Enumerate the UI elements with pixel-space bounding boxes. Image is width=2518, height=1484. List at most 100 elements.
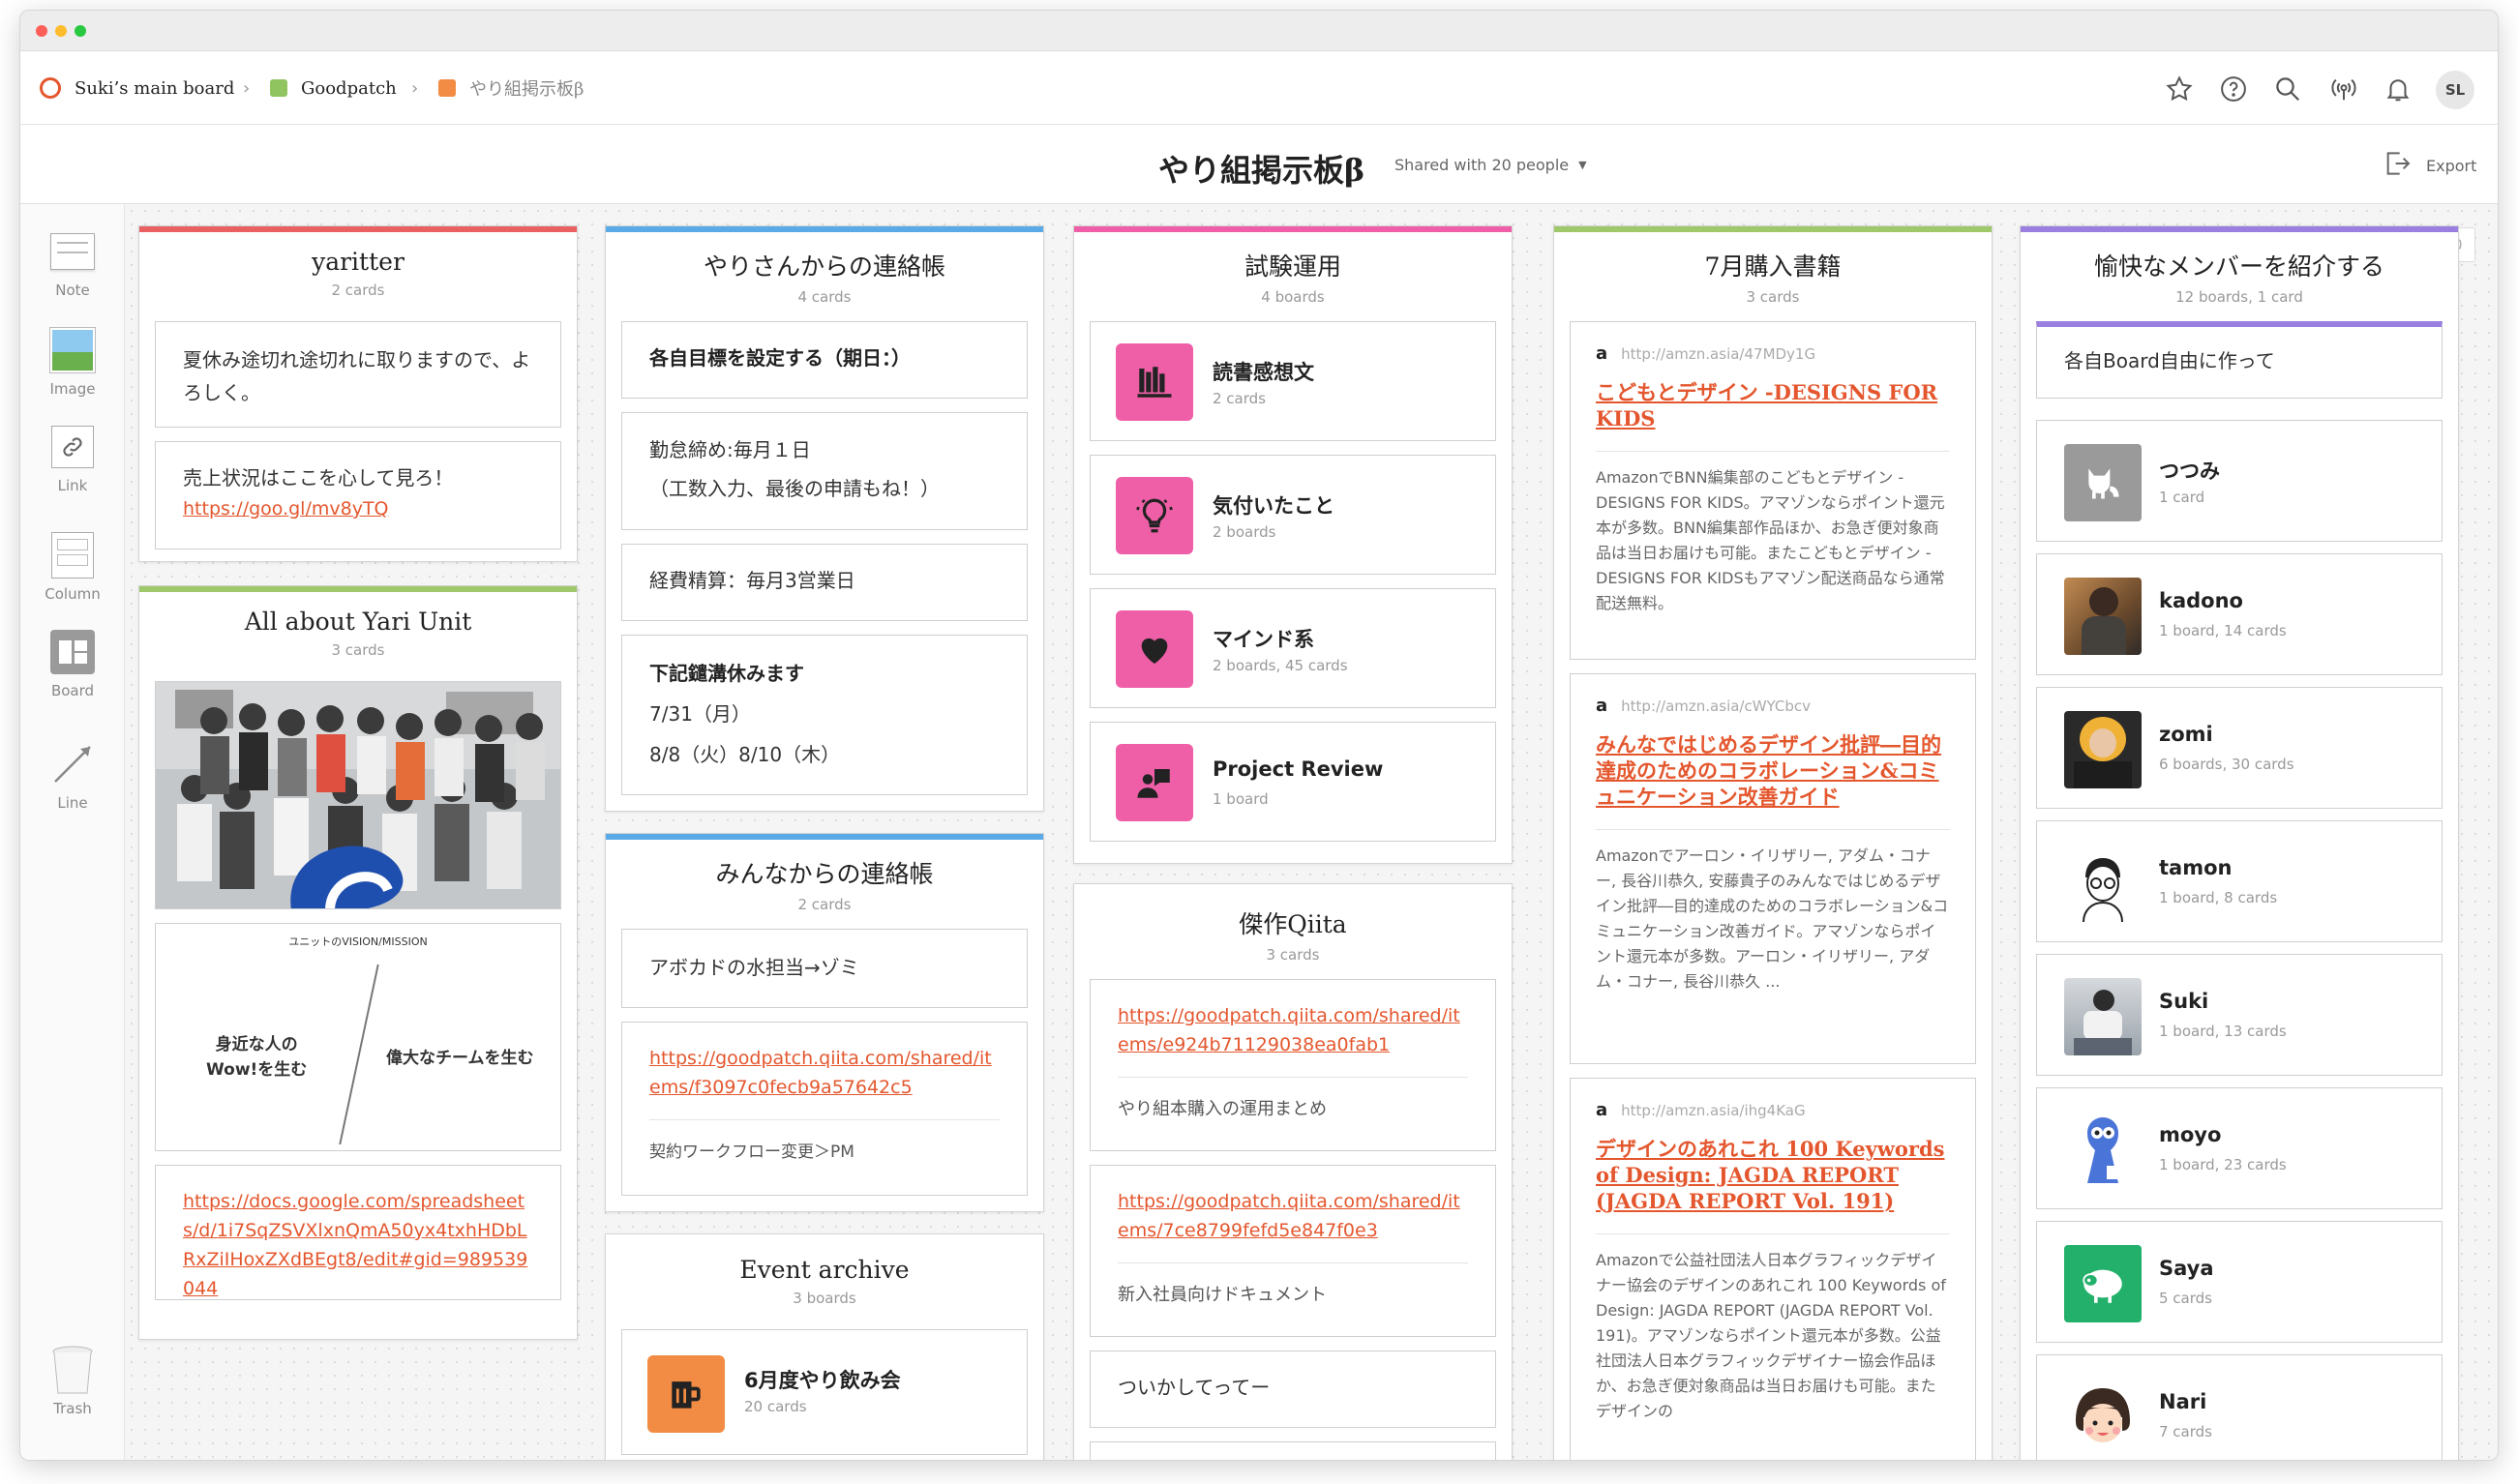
column-title[interactable]: All about Yari Unit: [139, 608, 577, 636]
board-canvas[interactable]: Unsorted 0 yaritter 2 cards 夏休み途切れ途切れに取り…: [125, 204, 2498, 1460]
column-title[interactable]: 7月購入書籍: [1554, 248, 1992, 282]
column-yari-notes[interactable]: やりさんからの連絡帳 4 cards 各自目標を設定する（期日：） 勤怠締め:毎…: [605, 225, 1044, 812]
column-title[interactable]: yaritter: [139, 248, 577, 276]
note-card[interactable]: https://goodpatch.qiita.com/shared/items…: [1090, 1165, 1496, 1337]
column-title[interactable]: 愉快なメンバーを紹介する: [2021, 248, 2458, 282]
link-tool[interactable]: Link: [20, 425, 125, 494]
column-title[interactable]: 試験運用: [1074, 248, 1512, 282]
column-trial[interactable]: 試験運用 4 boards 読書感想文 2 cards 気付いたこと 2 boa…: [1073, 225, 1513, 864]
note-text: （工数入力、最後の申請もね！）: [649, 477, 940, 500]
breadcrumb-home[interactable]: Suki’s main board: [40, 74, 234, 102]
search-icon[interactable]: [2271, 73, 2304, 105]
amazon-icon: a: [1596, 696, 1608, 716]
qiita-link[interactable]: https://goodpatch.qiita.com/shared/items…: [649, 1044, 1000, 1102]
member-board-card[interactable]: Saya 5 cards: [2036, 1221, 2443, 1343]
member-meta: 7 cards: [2159, 1423, 2212, 1440]
book-title-link[interactable]: デザインのあれこれ 100 Keywords of Design: JAGDA …: [1596, 1136, 1950, 1214]
board-title[interactable]: やり組掲示板β: [1158, 146, 1364, 191]
note-card[interactable]: 各自目標を設定する（期日：）: [621, 321, 1028, 399]
board-card[interactable]: 気付いたこと 2 boards: [1090, 455, 1496, 575]
help-icon[interactable]: [2217, 73, 2250, 105]
member-board-card[interactable]: zomi 6 boards, 30 cards: [2036, 687, 2443, 809]
member-board-card[interactable]: つつみ 1 card: [2036, 420, 2443, 542]
moyo-avatar: [2064, 1112, 2142, 1189]
note-tool[interactable]: Note: [20, 229, 125, 299]
member-board-card[interactable]: kadono 1 board, 14 cards: [2036, 553, 2443, 675]
member-meta: 1 board, 13 cards: [2159, 1023, 2287, 1040]
maximize-window-button[interactable]: [75, 25, 86, 37]
export-button[interactable]: Export: [2382, 148, 2476, 183]
member-board-card[interactable]: Suki 1 board, 13 cards: [2036, 954, 2443, 1076]
amazon-link-card[interactable]: a http://amzn.asia/cWYCbcv みんなではじめるデザイン批評…: [1570, 673, 1976, 1064]
board-card[interactable]: 6月度やり飲み会 20 cards: [621, 1329, 1028, 1455]
note-text: 8/8（火）8/10（木）: [649, 743, 841, 766]
trash-tool[interactable]: Trash: [20, 1346, 125, 1417]
column-title[interactable]: Event archive: [606, 1256, 1043, 1284]
note-card[interactable]: アボカドの水担当→ゾミ: [621, 929, 1028, 1008]
link-card[interactable]: https://docs.google.com/spreadsheets/d/1…: [155, 1165, 561, 1300]
column-everyone-notes[interactable]: みんなからの連絡帳 2 cards アボカドの水担当→ゾミ https://go…: [605, 833, 1044, 1212]
note-card[interactable]: 各自Board自由に作って: [2036, 321, 2443, 399]
vision-card[interactable]: ユニットのVISION/MISSION 身近な人の Wow!を生む 偉大なチーム…: [155, 923, 561, 1151]
member-board-card[interactable]: moyo 1 board, 23 cards: [2036, 1087, 2443, 1209]
star-icon[interactable]: [2163, 73, 2196, 105]
column-members[interactable]: 愉快なメンバーを紹介する 12 boards, 1 card 各自Board自由…: [2020, 225, 2459, 1460]
broadcast-icon[interactable]: [2327, 73, 2360, 105]
link-icon: [48, 425, 97, 469]
line-icon: [48, 742, 97, 787]
column-qiita[interactable]: 傑作Qiita 3 cards https://goodpatch.qiita.…: [1073, 883, 1513, 1460]
column-yaritter[interactable]: yaritter 2 cards 夏休み途切れ途切れに取りますので、よろしく。 …: [138, 225, 578, 562]
qiita-link[interactable]: https://goodpatch.qiita.com/shared/items…: [1118, 1001, 1468, 1059]
export-label: Export: [2426, 156, 2477, 175]
column-count: 3 cards: [331, 641, 385, 659]
board-card[interactable]: 読書感想文 2 cards: [1090, 321, 1496, 441]
breadcrumb-team[interactable]: Goodpatch: [270, 74, 397, 102]
divider: [1596, 1233, 1950, 1234]
column-title[interactable]: やりさんからの連絡帳: [606, 248, 1043, 282]
close-window-button[interactable]: [36, 25, 47, 37]
caret-down-icon: ▼: [1578, 159, 1587, 171]
breadcrumb-team-label: Goodpatch: [301, 77, 397, 99]
user-avatar[interactable]: SL: [2436, 71, 2474, 109]
suki-avatar: [2064, 978, 2142, 1055]
note-link[interactable]: https://goo.gl/mv8yTQ: [183, 494, 533, 523]
note-text: 売上状況はここを心して見ろ！: [183, 466, 454, 490]
minimize-window-button[interactable]: [55, 25, 67, 37]
column-title[interactable]: みんなからの連絡帳: [606, 855, 1043, 890]
board-meta: 2 boards: [1213, 523, 1276, 541]
spreadsheet-link[interactable]: https://docs.google.com/spreadsheets/d/1…: [183, 1187, 533, 1303]
board-card[interactable]: マインド系 2 boards, 45 cards: [1090, 588, 1496, 708]
column-count: 12 boards, 1 card: [2175, 288, 2303, 306]
note-card[interactable]: https://goodpatch.qiita.com/shared/items…: [621, 1022, 1028, 1196]
board-tool[interactable]: Board: [20, 630, 125, 699]
note-card[interactable]: 経費精算：毎月3営業日: [621, 544, 1028, 621]
column-all-about-yari-unit[interactable]: All about Yari Unit 3 cards ユニットのVISION/…: [138, 585, 578, 1340]
board-card[interactable]: Project Review 1 board: [1090, 722, 1496, 842]
column-books[interactable]: 7月購入書籍 3 cards a http://amzn.asia/47MDy1G…: [1553, 225, 1993, 1460]
column-tool[interactable]: Column: [20, 532, 125, 603]
note-card[interactable]: 夏休み途切れ途切れに取りますので、よろしく。: [155, 321, 561, 428]
note-text: 勤怠締め:毎月１日: [649, 438, 811, 461]
book-title-link[interactable]: こどもとデザイン -DESIGNS FOR KIDS: [1596, 379, 1950, 431]
breadcrumb-current[interactable]: やり組掲示板β: [438, 74, 584, 102]
qiita-link[interactable]: https://goodpatch.qiita.com/shared/items…: [1118, 1187, 1468, 1245]
note-card[interactable]: https://goodpatch.qiita.com/shared/items…: [1090, 979, 1496, 1151]
team-photo[interactable]: [155, 681, 561, 909]
member-board-card[interactable]: Nari 7 cards: [2036, 1354, 2443, 1460]
note-card[interactable]: 勤怠締め:毎月１日 （工数入力、最後の申請もね！）: [621, 412, 1028, 530]
member-board-card[interactable]: tamon 1 board, 8 cards: [2036, 820, 2443, 942]
note-card[interactable]: 下記鑓溝休みます 7/31（月） 8/8（火）8/10（木）: [621, 635, 1028, 795]
note-card[interactable]: 売上状況はここを心して見ろ！ https://goo.gl/mv8yTQ: [155, 441, 561, 549]
divider: [649, 1119, 1000, 1120]
image-tool[interactable]: Image: [20, 328, 125, 398]
bell-icon[interactable]: [2382, 73, 2414, 105]
column-title[interactable]: 傑作Qiita: [1074, 905, 1512, 940]
note-card[interactable]: ついかしてってー: [1090, 1350, 1496, 1428]
line-tool[interactable]: Line: [20, 742, 125, 812]
share-dropdown[interactable]: Shared with 20 people ▼: [1394, 156, 1587, 174]
column-event-archive[interactable]: Event archive 3 boards 6月度やり飲み会 20 cards: [605, 1233, 1044, 1460]
note-card[interactable]: [1090, 1441, 1496, 1460]
amazon-link-card[interactable]: a http://amzn.asia/ihg4KaG デザインのあれこれ 100 …: [1570, 1078, 1976, 1460]
book-title-link[interactable]: みんなではじめるデザイン批評―目的達成のためのコラボレーション&コミュニケーショ…: [1596, 731, 1950, 810]
amazon-link-card[interactable]: a http://amzn.asia/47MDy1G こどもとデザイン -DESI…: [1570, 321, 1976, 660]
